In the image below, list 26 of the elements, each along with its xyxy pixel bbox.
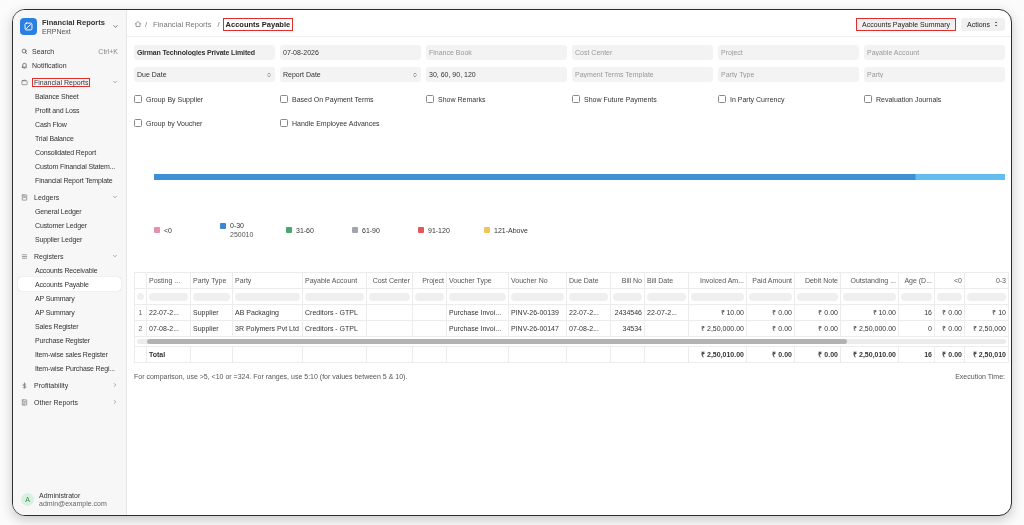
home-icon[interactable] (134, 20, 142, 28)
document-icon (21, 398, 28, 406)
briefcase-icon (21, 78, 28, 86)
bell-icon (21, 61, 28, 69)
chevron-right-icon[interactable] (112, 382, 118, 388)
checkbox[interactable] (280, 119, 288, 127)
sort-arrows-icon (412, 71, 418, 78)
chevron-down-icon[interactable] (112, 194, 118, 200)
chevron-right-icon[interactable] (112, 399, 118, 405)
checkbox[interactable] (864, 95, 872, 103)
checkbox[interactable] (280, 95, 288, 103)
ledger-icon (21, 193, 28, 201)
scrollbar-thumb[interactable] (147, 339, 847, 344)
more-icon (993, 21, 999, 27)
dollar-icon (21, 381, 28, 389)
list-icon (21, 252, 28, 260)
checkbox[interactable] (718, 95, 726, 103)
search-icon (21, 47, 28, 55)
checkbox[interactable] (572, 95, 580, 103)
checkbox[interactable] (134, 95, 142, 103)
sort-arrows-icon (266, 71, 272, 78)
checkbox[interactable] (134, 119, 142, 127)
checkbox[interactable] (426, 95, 434, 103)
chevron-down-icon[interactable] (112, 253, 118, 259)
chevron-down-icon[interactable] (112, 79, 118, 85)
chevron-down-icon[interactable] (112, 23, 119, 30)
